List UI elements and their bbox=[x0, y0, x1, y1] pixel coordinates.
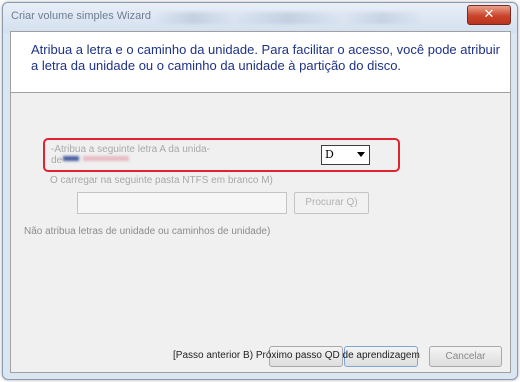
cancel-label: Cancelar bbox=[445, 351, 486, 362]
close-button[interactable]: ✕ bbox=[467, 5, 511, 25]
wizard-content: Atribua a letra e o caminho da unidade. … bbox=[10, 31, 511, 373]
no-letter-option[interactable]: Não atribua letras de unidade ou caminho… bbox=[24, 226, 270, 237]
mount-folder-label: O carregar na seguinte pasta NTFS em bra… bbox=[50, 175, 273, 186]
selected-letter: D bbox=[325, 148, 334, 161]
chevron-down-icon bbox=[357, 152, 365, 157]
footer-nav-text: [Passo anterior B) Próximo passo QD de a… bbox=[173, 350, 420, 361]
no-letter-label: Não atribua letras de unidade ou caminho… bbox=[24, 226, 271, 237]
header-description: Atribua a letra e o caminho da unidade. … bbox=[31, 42, 500, 73]
window-title: Criar volume simples Wizard bbox=[11, 10, 151, 22]
wizard-window: Criar volume simples Wizard ✕ Atribua a … bbox=[2, 2, 518, 380]
folder-path-input[interactable] bbox=[77, 192, 287, 214]
drive-letter-select[interactable]: D bbox=[321, 145, 370, 165]
browse-button[interactable]: Procurar Q) bbox=[294, 192, 369, 214]
mount-folder-option[interactable]: O carregar na seguinte pasta NTFS em bra… bbox=[50, 175, 273, 186]
blurred-background-text bbox=[153, 12, 423, 24]
close-icon: ✕ bbox=[483, 7, 495, 22]
wizard-header: Atribua a letra e o caminho da unidade. … bbox=[11, 32, 510, 93]
title-bar[interactable]: Criar volume simples Wizard ✕ bbox=[3, 3, 517, 33]
browse-label: Procurar Q) bbox=[305, 197, 358, 208]
cancel-button[interactable]: Cancelar bbox=[429, 346, 502, 367]
